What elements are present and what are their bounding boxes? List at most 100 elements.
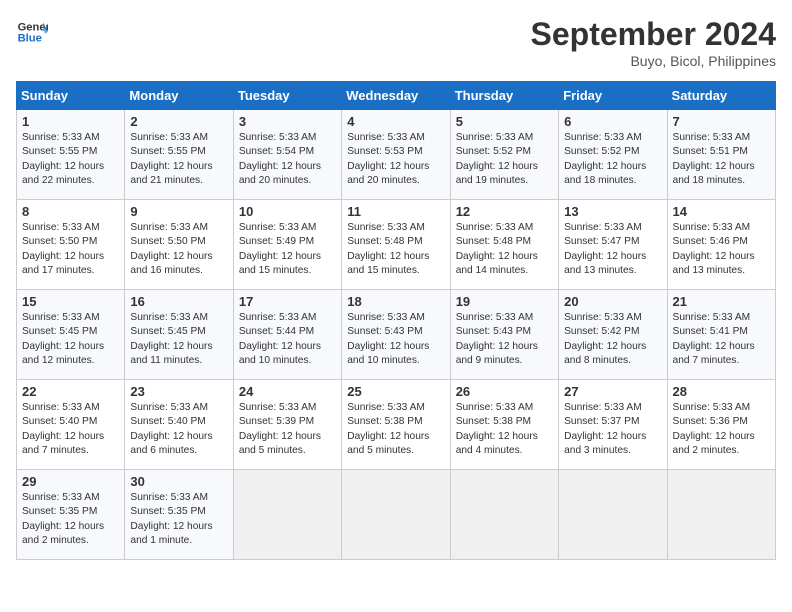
col-header-friday: Friday [559, 82, 667, 110]
calendar-cell [342, 470, 450, 560]
day-number: 22 [22, 384, 119, 399]
calendar-cell: 12 Sunrise: 5:33 AMSunset: 5:48 PMDaylig… [450, 200, 558, 290]
calendar-cell: 23 Sunrise: 5:33 AMSunset: 5:40 PMDaylig… [125, 380, 233, 470]
day-number: 24 [239, 384, 336, 399]
calendar-cell: 5 Sunrise: 5:33 AMSunset: 5:52 PMDayligh… [450, 110, 558, 200]
week-row-1: 1 Sunrise: 5:33 AMSunset: 5:55 PMDayligh… [17, 110, 776, 200]
calendar-cell: 11 Sunrise: 5:33 AMSunset: 5:48 PMDaylig… [342, 200, 450, 290]
day-number: 3 [239, 114, 336, 129]
svg-text:Blue: Blue [18, 33, 42, 45]
calendar-cell: 19 Sunrise: 5:33 AMSunset: 5:43 PMDaylig… [450, 290, 558, 380]
logo: General Blue [16, 16, 48, 48]
day-detail: Sunrise: 5:33 AMSunset: 5:46 PMDaylight:… [673, 221, 770, 278]
calendar-cell: 17 Sunrise: 5:33 AMSunset: 5:44 PMDaylig… [233, 290, 341, 380]
day-number: 28 [673, 384, 770, 399]
day-number: 26 [456, 384, 553, 399]
calendar-cell: 30 Sunrise: 5:33 AMSunset: 5:35 PMDaylig… [125, 470, 233, 560]
day-number: 11 [347, 204, 444, 219]
calendar-cell: 3 Sunrise: 5:33 AMSunset: 5:54 PMDayligh… [233, 110, 341, 200]
calendar-cell: 9 Sunrise: 5:33 AMSunset: 5:50 PMDayligh… [125, 200, 233, 290]
day-number: 23 [130, 384, 227, 399]
day-detail: Sunrise: 5:33 AMSunset: 5:52 PMDaylight:… [564, 131, 661, 188]
calendar-cell [667, 470, 775, 560]
calendar-cell [233, 470, 341, 560]
day-number: 25 [347, 384, 444, 399]
day-detail: Sunrise: 5:33 AMSunset: 5:42 PMDaylight:… [564, 311, 661, 368]
day-number: 12 [456, 204, 553, 219]
day-number: 4 [347, 114, 444, 129]
col-header-monday: Monday [125, 82, 233, 110]
day-detail: Sunrise: 5:33 AMSunset: 5:47 PMDaylight:… [564, 221, 661, 278]
day-detail: Sunrise: 5:33 AMSunset: 5:45 PMDaylight:… [22, 311, 119, 368]
calendar-header-row: SundayMondayTuesdayWednesdayThursdayFrid… [17, 82, 776, 110]
day-detail: Sunrise: 5:33 AMSunset: 5:40 PMDaylight:… [130, 401, 227, 458]
week-row-5: 29 Sunrise: 5:33 AMSunset: 5:35 PMDaylig… [17, 470, 776, 560]
calendar-cell: 24 Sunrise: 5:33 AMSunset: 5:39 PMDaylig… [233, 380, 341, 470]
day-number: 19 [456, 294, 553, 309]
calendar-cell: 1 Sunrise: 5:33 AMSunset: 5:55 PMDayligh… [17, 110, 125, 200]
calendar-cell: 21 Sunrise: 5:33 AMSunset: 5:41 PMDaylig… [667, 290, 775, 380]
week-row-4: 22 Sunrise: 5:33 AMSunset: 5:40 PMDaylig… [17, 380, 776, 470]
calendar-cell: 8 Sunrise: 5:33 AMSunset: 5:50 PMDayligh… [17, 200, 125, 290]
calendar-cell: 15 Sunrise: 5:33 AMSunset: 5:45 PMDaylig… [17, 290, 125, 380]
day-detail: Sunrise: 5:33 AMSunset: 5:44 PMDaylight:… [239, 311, 336, 368]
day-number: 10 [239, 204, 336, 219]
calendar-cell: 16 Sunrise: 5:33 AMSunset: 5:45 PMDaylig… [125, 290, 233, 380]
day-detail: Sunrise: 5:33 AMSunset: 5:55 PMDaylight:… [22, 131, 119, 188]
calendar-table: SundayMondayTuesdayWednesdayThursdayFrid… [16, 81, 776, 560]
day-number: 8 [22, 204, 119, 219]
day-detail: Sunrise: 5:33 AMSunset: 5:41 PMDaylight:… [673, 311, 770, 368]
day-detail: Sunrise: 5:33 AMSunset: 5:50 PMDaylight:… [22, 221, 119, 278]
day-number: 20 [564, 294, 661, 309]
day-detail: Sunrise: 5:33 AMSunset: 5:39 PMDaylight:… [239, 401, 336, 458]
day-detail: Sunrise: 5:33 AMSunset: 5:52 PMDaylight:… [456, 131, 553, 188]
col-header-wednesday: Wednesday [342, 82, 450, 110]
day-number: 7 [673, 114, 770, 129]
day-number: 15 [22, 294, 119, 309]
day-detail: Sunrise: 5:33 AMSunset: 5:40 PMDaylight:… [22, 401, 119, 458]
day-number: 2 [130, 114, 227, 129]
page-header: General Blue September 2024 Buyo, Bicol,… [16, 16, 776, 69]
month-title: September 2024 [531, 16, 776, 53]
day-number: 17 [239, 294, 336, 309]
day-number: 18 [347, 294, 444, 309]
calendar-cell: 28 Sunrise: 5:33 AMSunset: 5:36 PMDaylig… [667, 380, 775, 470]
day-detail: Sunrise: 5:33 AMSunset: 5:48 PMDaylight:… [347, 221, 444, 278]
day-number: 13 [564, 204, 661, 219]
day-detail: Sunrise: 5:33 AMSunset: 5:53 PMDaylight:… [347, 131, 444, 188]
week-row-2: 8 Sunrise: 5:33 AMSunset: 5:50 PMDayligh… [17, 200, 776, 290]
day-detail: Sunrise: 5:33 AMSunset: 5:55 PMDaylight:… [130, 131, 227, 188]
calendar-cell: 13 Sunrise: 5:33 AMSunset: 5:47 PMDaylig… [559, 200, 667, 290]
calendar-cell: 4 Sunrise: 5:33 AMSunset: 5:53 PMDayligh… [342, 110, 450, 200]
calendar-cell: 10 Sunrise: 5:33 AMSunset: 5:49 PMDaylig… [233, 200, 341, 290]
day-number: 1 [22, 114, 119, 129]
calendar-cell: 2 Sunrise: 5:33 AMSunset: 5:55 PMDayligh… [125, 110, 233, 200]
logo-icon: General Blue [16, 16, 48, 48]
day-detail: Sunrise: 5:33 AMSunset: 5:37 PMDaylight:… [564, 401, 661, 458]
calendar-cell [450, 470, 558, 560]
day-detail: Sunrise: 5:33 AMSunset: 5:43 PMDaylight:… [456, 311, 553, 368]
calendar-cell [559, 470, 667, 560]
day-detail: Sunrise: 5:33 AMSunset: 5:35 PMDaylight:… [22, 491, 119, 548]
day-detail: Sunrise: 5:33 AMSunset: 5:38 PMDaylight:… [347, 401, 444, 458]
day-detail: Sunrise: 5:33 AMSunset: 5:43 PMDaylight:… [347, 311, 444, 368]
day-detail: Sunrise: 5:33 AMSunset: 5:51 PMDaylight:… [673, 131, 770, 188]
location: Buyo, Bicol, Philippines [531, 53, 776, 69]
day-detail: Sunrise: 5:33 AMSunset: 5:38 PMDaylight:… [456, 401, 553, 458]
day-number: 5 [456, 114, 553, 129]
calendar-cell: 14 Sunrise: 5:33 AMSunset: 5:46 PMDaylig… [667, 200, 775, 290]
week-row-3: 15 Sunrise: 5:33 AMSunset: 5:45 PMDaylig… [17, 290, 776, 380]
day-detail: Sunrise: 5:33 AMSunset: 5:45 PMDaylight:… [130, 311, 227, 368]
day-detail: Sunrise: 5:33 AMSunset: 5:54 PMDaylight:… [239, 131, 336, 188]
day-detail: Sunrise: 5:33 AMSunset: 5:35 PMDaylight:… [130, 491, 227, 548]
day-number: 9 [130, 204, 227, 219]
day-number: 6 [564, 114, 661, 129]
day-detail: Sunrise: 5:33 AMSunset: 5:36 PMDaylight:… [673, 401, 770, 458]
day-number: 16 [130, 294, 227, 309]
col-header-thursday: Thursday [450, 82, 558, 110]
title-block: September 2024 Buyo, Bicol, Philippines [531, 16, 776, 69]
day-number: 21 [673, 294, 770, 309]
calendar-cell: 27 Sunrise: 5:33 AMSunset: 5:37 PMDaylig… [559, 380, 667, 470]
day-number: 27 [564, 384, 661, 399]
col-header-tuesday: Tuesday [233, 82, 341, 110]
